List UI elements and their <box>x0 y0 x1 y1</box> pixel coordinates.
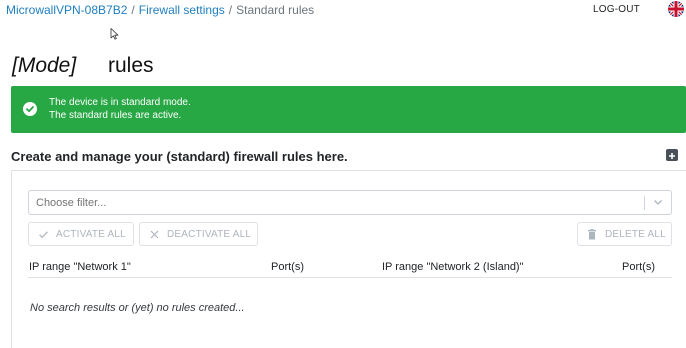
activate-all-button[interactable]: ACTIVATE ALL <box>28 222 134 246</box>
breadcrumb-current: Standard rules <box>236 3 315 17</box>
column-header-ports-2: Port(s) <box>622 261 655 273</box>
mode-label: [Mode] <box>12 54 77 77</box>
breadcrumb-device-link[interactable]: MicrowallVPN-08B7B2 <box>6 3 127 17</box>
filter-divider <box>644 196 645 210</box>
section-title: Create and manage your (standard) firewa… <box>11 149 348 164</box>
uk-flag-icon[interactable] <box>668 1 684 17</box>
delete-all-button[interactable]: DELETE ALL <box>577 222 672 246</box>
column-header-ip-network-1: IP range "Network 1" <box>29 261 131 273</box>
deactivate-all-button[interactable]: DEACTIVATE ALL <box>139 222 258 246</box>
check-icon <box>39 231 48 239</box>
alert-line-1: The device is in standard mode. <box>49 97 191 108</box>
close-icon <box>150 230 159 239</box>
filter-placeholder: Choose filter... <box>36 197 107 209</box>
trash-icon <box>588 229 596 240</box>
deactivate-all-label: DEACTIVATE ALL <box>167 229 252 240</box>
top-bar: MicrowallVPN-08B7B2/Firewall settings / St… <box>0 0 686 22</box>
check-circle-icon <box>23 102 37 116</box>
alert-line-2: The standard rules are active. <box>49 110 182 121</box>
column-header-ports-1: Port(s) <box>271 261 304 273</box>
empty-table-message: No search results or (yet) no rules crea… <box>30 302 245 314</box>
chevron-down-icon[interactable] <box>652 196 664 208</box>
page-title-text: rules <box>108 54 154 77</box>
activate-all-label: ACTIVATE ALL <box>56 229 126 240</box>
mouse-cursor-icon <box>110 28 119 40</box>
status-alert: The device is in standard mode. The stan… <box>11 86 686 133</box>
plus-square-icon[interactable] <box>666 149 678 161</box>
breadcrumb: MicrowallVPN-08B7B2/Firewall settings / St… <box>6 3 314 17</box>
column-header-ip-network-2: IP range "Network 2 (Island)" <box>382 261 524 273</box>
breadcrumb-separator: / <box>131 3 135 17</box>
filter-select[interactable]: Choose filter... <box>28 190 672 215</box>
delete-all-label: DELETE ALL <box>605 229 666 240</box>
table-header-divider <box>28 277 672 278</box>
alert-text: The device is in standard mode. The stan… <box>49 96 191 122</box>
breadcrumb-separator: / <box>228 3 233 17</box>
logout-button[interactable]: LOG-OUT <box>593 4 640 15</box>
page-title: [Mode] rules <box>12 54 154 80</box>
breadcrumb-firewall-settings-link[interactable]: Firewall settings <box>139 3 225 17</box>
